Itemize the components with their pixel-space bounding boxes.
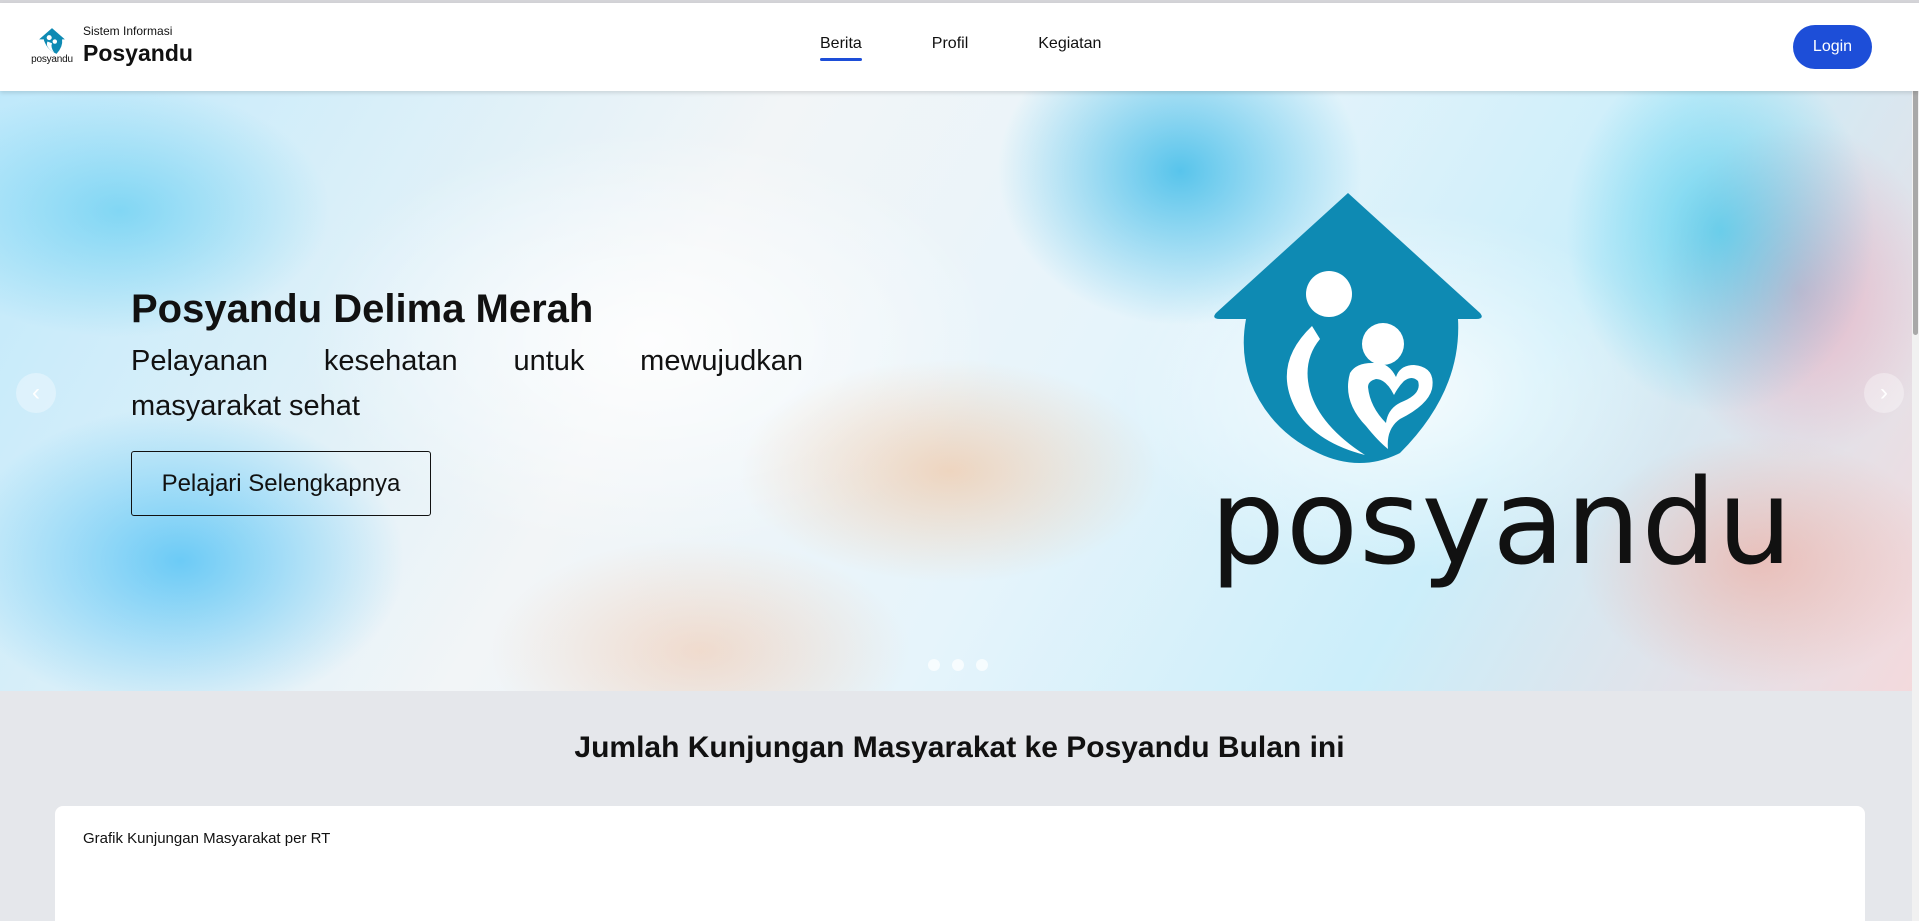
posyandu-house-logo-icon [1214,193,1482,463]
brand-title: Posyandu [83,40,193,66]
hero-description: Pelayanan kesehatan untuk mewujudkan mas… [131,345,803,422]
nav-item-profil[interactable]: Profil [932,35,968,61]
login-button[interactable]: Login [1793,25,1872,69]
carousel-dot-2[interactable] [952,659,964,671]
hero-logo-word: posyandu [1210,453,1794,591]
visits-chart-card: Grafik Kunjungan Masyarakat per RT [55,806,1865,921]
learn-more-button[interactable]: Pelajari Selengkapnya [131,451,431,516]
main-nav: Berita Profil Kegiatan [820,35,1171,61]
carousel-indicators [928,659,1000,671]
chart-card-title: Grafik Kunjungan Masyarakat per RT [83,830,331,847]
nav-item-kegiatan[interactable]: Kegiatan [1038,35,1101,61]
brand-logo-word: posyandu [31,54,73,65]
posyandu-logo-icon [39,28,65,54]
site-header: posyandu Sistem Informasi Posyandu Berit… [0,3,1919,91]
hero-title: Posyandu Delima Merah [131,287,594,331]
carousel-prev-button[interactable]: ‹ [16,373,56,413]
brand[interactable]: posyandu Sistem Informasi Posyandu [28,24,193,68]
chevron-right-icon: › [1880,379,1888,406]
chevron-left-icon: ‹ [32,379,40,406]
brand-logo: posyandu [28,24,76,68]
carousel-dot-1[interactable] [928,659,940,671]
carousel-next-button[interactable]: › [1864,373,1904,413]
brand-text: Sistem Informasi Posyandu [83,24,193,68]
nav-item-berita[interactable]: Berita [820,35,862,61]
brand-subtitle: Sistem Informasi [83,24,173,38]
carousel-dot-3[interactable] [976,659,988,671]
section-title: Jumlah Kunjungan Masyarakat ke Posyandu … [574,731,1345,764]
hero-carousel: Posyandu Delima Merah Pelayanan kesehata… [0,91,1919,691]
